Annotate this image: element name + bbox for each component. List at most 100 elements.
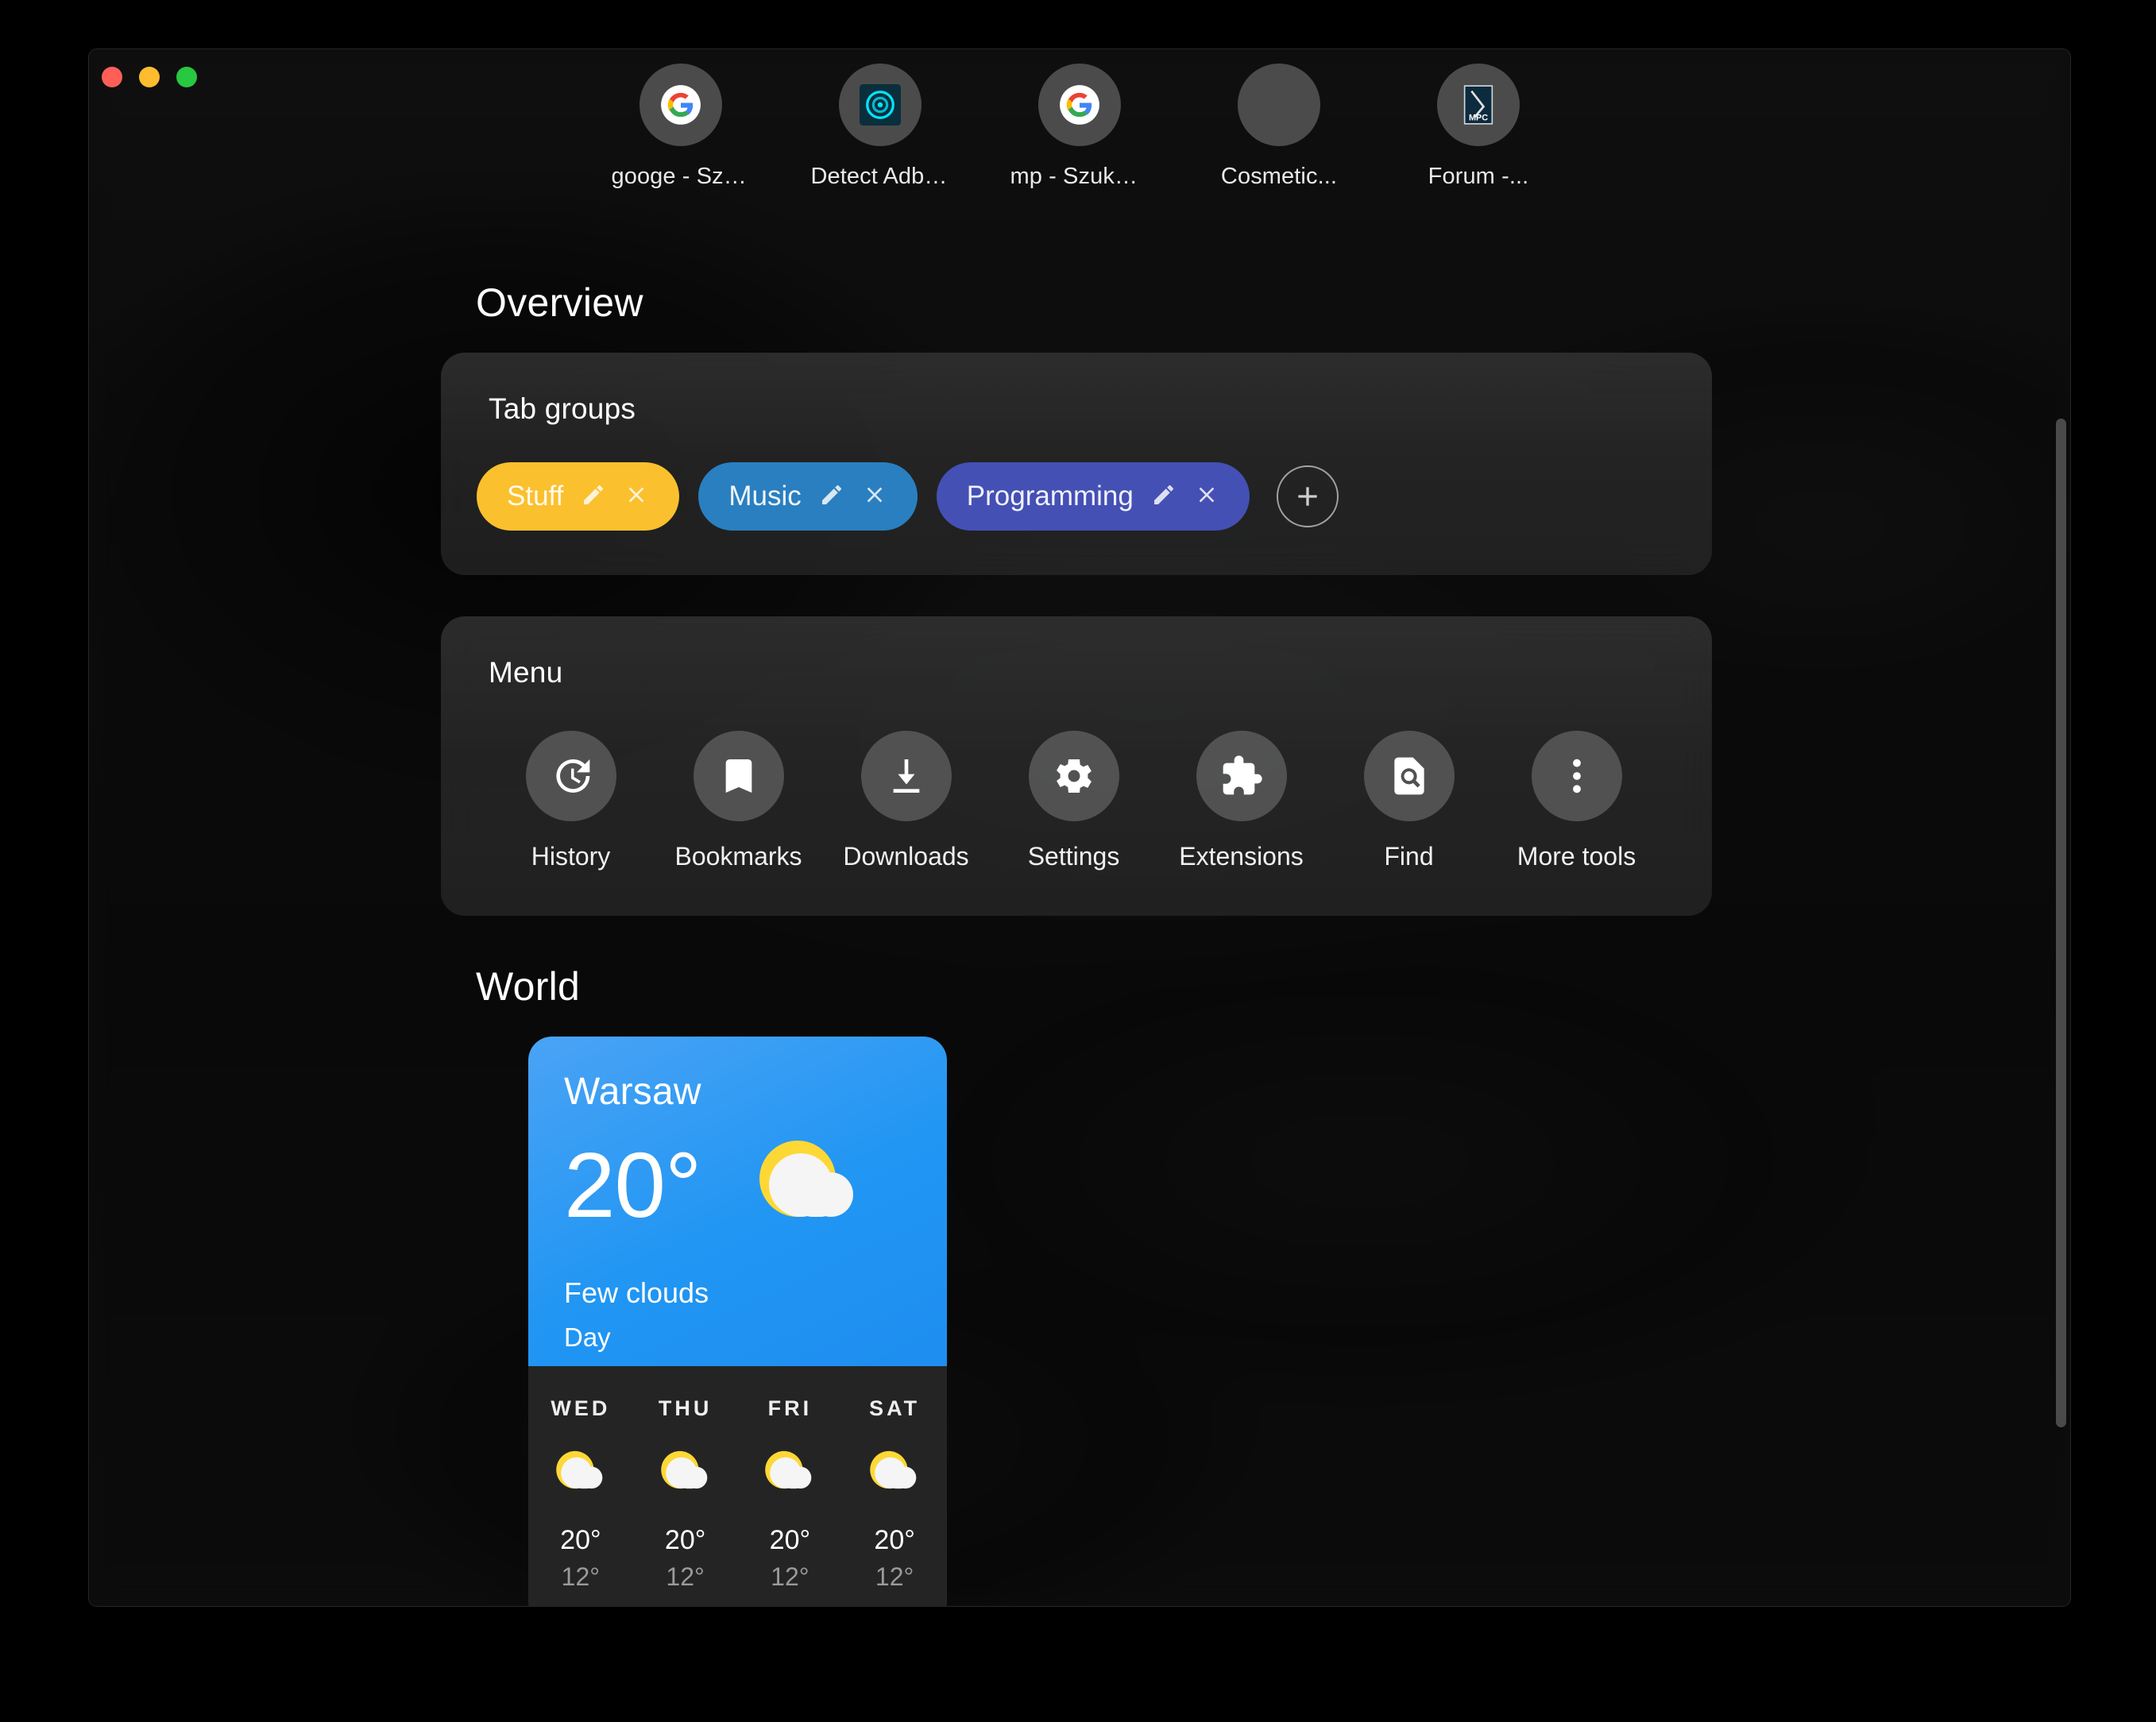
google-icon [661,85,701,125]
tab-group-label: Stuff [507,481,564,512]
weather-widget[interactable]: Warsaw 20° Few clouds Day WED 20° 12° TH… [528,1037,947,1606]
close-icon [1199,487,1215,502]
tab-groups-pill-row: Stuff Music Programming [441,426,1712,531]
forecast-high-temp: 20° [664,1525,706,1555]
blank-icon [1258,84,1300,125]
sun-behind-cloud-icon [765,1450,812,1489]
menu-item-find[interactable]: Find [1325,731,1493,871]
svg-text:MPC: MPC [1469,114,1488,123]
browser-tab[interactable]: Cosmetic... [1214,64,1345,190]
weather-city: Warsaw [564,1071,701,1113]
overlay-content: Overview Tab groups Stuff Music Programm… [89,232,2070,1606]
forecast-day: THU 20° 12° [633,1396,738,1592]
weather-description: Few clouds [564,1276,709,1309]
weather-current-panel: Warsaw 20° Few clouds Day [528,1037,947,1366]
sun-behind-cloud-icon [556,1450,603,1489]
menu-item-extensions[interactable]: Extensions [1157,731,1325,871]
bookmark-icon[interactable] [693,731,784,821]
close-tab-group-button[interactable] [1194,482,1219,512]
menu-item-more-tools[interactable]: More tools [1493,731,1660,871]
tab-group-pill[interactable]: Programming [936,462,1250,531]
menu-item-label: Downloads [843,842,969,871]
tab-label: Cosmetic... [1220,164,1338,189]
tab-favicon-circle[interactable] [639,64,722,146]
menu-item-label: Settings [1027,842,1120,871]
forecast-day-label: SAT [869,1396,921,1420]
detect-adblock-icon [860,84,901,125]
sun-behind-cloud-icon [660,1450,707,1489]
edit-tab-group-button[interactable] [1151,482,1177,512]
forecast-low-temp: 12° [561,1562,601,1591]
weather-forecast-row: WED 20° 12° THU 20° 12° FRI 20° 12° SAT 20°… [528,1366,947,1606]
forecast-low-temp: 12° [666,1562,705,1591]
scrollbar-track[interactable] [2053,49,2070,1606]
weather-temp-row: 20° [564,1131,947,1238]
forecast-day: WED 20° 12° [528,1396,633,1592]
world-heading: World [476,964,581,1009]
menu-item-history[interactable]: History [487,731,655,871]
forecast-day-label: WED [551,1396,611,1420]
pencil-icon [821,485,841,504]
edit-tab-group-button[interactable] [819,482,844,512]
gear-icon[interactable] [1028,731,1119,821]
find-in-page-icon[interactable] [1363,731,1455,821]
google-icon [1060,85,1099,125]
tab-favicon-circle[interactable]: MPC [1437,64,1520,146]
tab-favicon-circle[interactable] [1038,64,1121,146]
close-tab-group-button[interactable] [624,482,649,512]
tab-label: mp - Szukaj ... [1010,164,1149,189]
overview-heading: Overview [476,280,643,325]
download-icon[interactable] [860,731,952,821]
tab-groups-title: Tab groups [489,392,636,425]
forecast-high-temp: 20° [769,1525,811,1555]
tab-group-pill[interactable]: Music [698,462,918,531]
close-icon [867,487,883,502]
forecast-day: SAT 20° 12° [842,1396,947,1592]
forecast-day: FRI 20° 12° [738,1396,843,1592]
scrollbar-thumb[interactable] [2056,419,2066,1427]
tab-label: Detect Adblo... [810,164,950,189]
sun-behind-cloud-icon [752,1131,867,1238]
menu-item-bookmarks[interactable]: Bookmarks [655,731,822,871]
tab-group-label: Programming [966,481,1134,512]
menu-item-settings[interactable]: Settings [990,731,1157,871]
more-vertical-icon[interactable] [1531,731,1622,821]
plus-icon [1298,487,1317,506]
sun-behind-cloud-icon [870,1450,917,1489]
tab-favicon-circle[interactable] [839,64,922,146]
mpc-icon: MPC [1463,85,1493,125]
tab-groups-card: Tab groups Stuff Music Programming [441,353,1712,575]
close-tab-group-button[interactable] [862,482,887,512]
browser-tab[interactable]: mp - Szukaj ... [1010,64,1149,190]
tab-label: googe - Szuk... [611,164,751,189]
forecast-low-temp: 12° [875,1562,914,1591]
history-icon[interactable] [525,731,616,821]
tab-group-label: Music [728,481,802,512]
menu-title: Menu [489,656,563,689]
pencil-icon [584,485,604,504]
menu-item-label: Bookmarks [674,842,802,871]
browser-window: googe - Szuk... Detect Adblo... mp - Szu… [89,49,2070,1606]
browser-tab[interactable]: googe - Szuk... [612,64,751,190]
forecast-high-temp: 20° [560,1525,601,1555]
forecast-day-label: THU [658,1396,713,1420]
tab-group-pill[interactable]: Stuff [477,462,680,531]
browser-tab[interactable]: Detect Adblo... [811,64,950,190]
tab-label: Forum -... [1428,164,1529,189]
menu-items-row: History Bookmarks Downloads Settings Ext… [441,689,1712,871]
sun-behind-cloud-icon [657,1446,714,1501]
weather-temperature: 20° [564,1133,701,1237]
menu-item-label: More tools [1517,842,1636,871]
browser-tab[interactable]: MPC Forum -... [1413,64,1544,190]
puzzle-icon[interactable] [1196,731,1287,821]
tab-favicon-circle[interactable] [1238,64,1320,146]
close-icon [629,487,644,502]
edit-tab-group-button[interactable] [581,482,606,512]
menu-item-label: Find [1384,842,1434,871]
menu-item-downloads[interactable]: Downloads [822,731,990,871]
add-tab-group-button[interactable] [1276,465,1339,527]
forecast-high-temp: 20° [874,1525,915,1555]
menu-card: Menu History Bookmarks Downloads Setting… [441,616,1712,916]
menu-item-label: History [531,842,611,871]
sun-behind-cloud-icon [552,1446,609,1501]
